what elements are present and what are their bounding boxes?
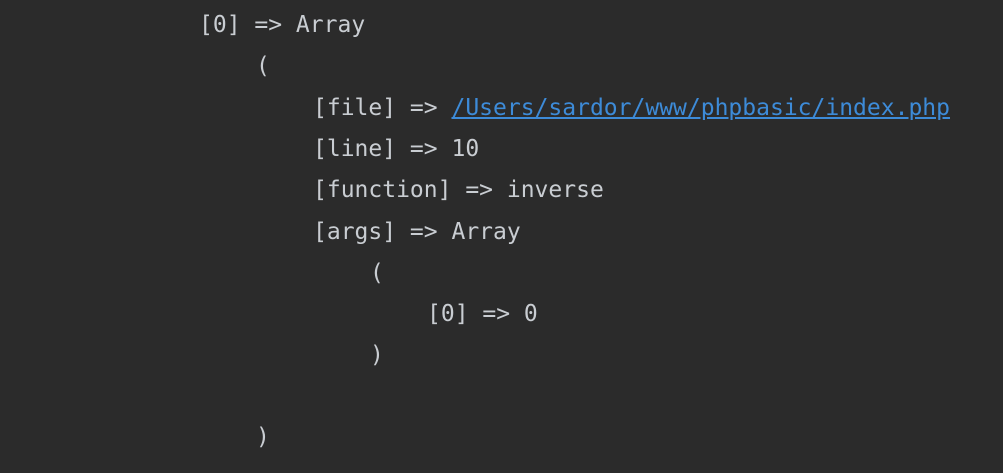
file-path-link[interactable]: /Users/sardor/www/phpbasic/index.php: [451, 95, 950, 121]
file-key: [file] =>: [313, 95, 452, 121]
args-item: [0] => 0: [427, 301, 538, 327]
root-array-entry: [0] => Array: [199, 12, 366, 38]
line-entry: [line] => 10: [313, 136, 480, 162]
args-entry: [args] => Array: [313, 219, 521, 245]
args-open-paren: (: [370, 260, 384, 286]
console-output: [0] => Array ( [file] => /Users/sardor/w…: [0, 0, 1003, 473]
open-paren: (: [256, 53, 270, 79]
args-close-paren: ): [370, 342, 384, 368]
function-entry: [function] => inverse: [313, 177, 604, 203]
file-entry: [file] => /Users/sardor/www/phpbasic/ind…: [313, 94, 950, 122]
close-paren: ): [256, 424, 270, 450]
